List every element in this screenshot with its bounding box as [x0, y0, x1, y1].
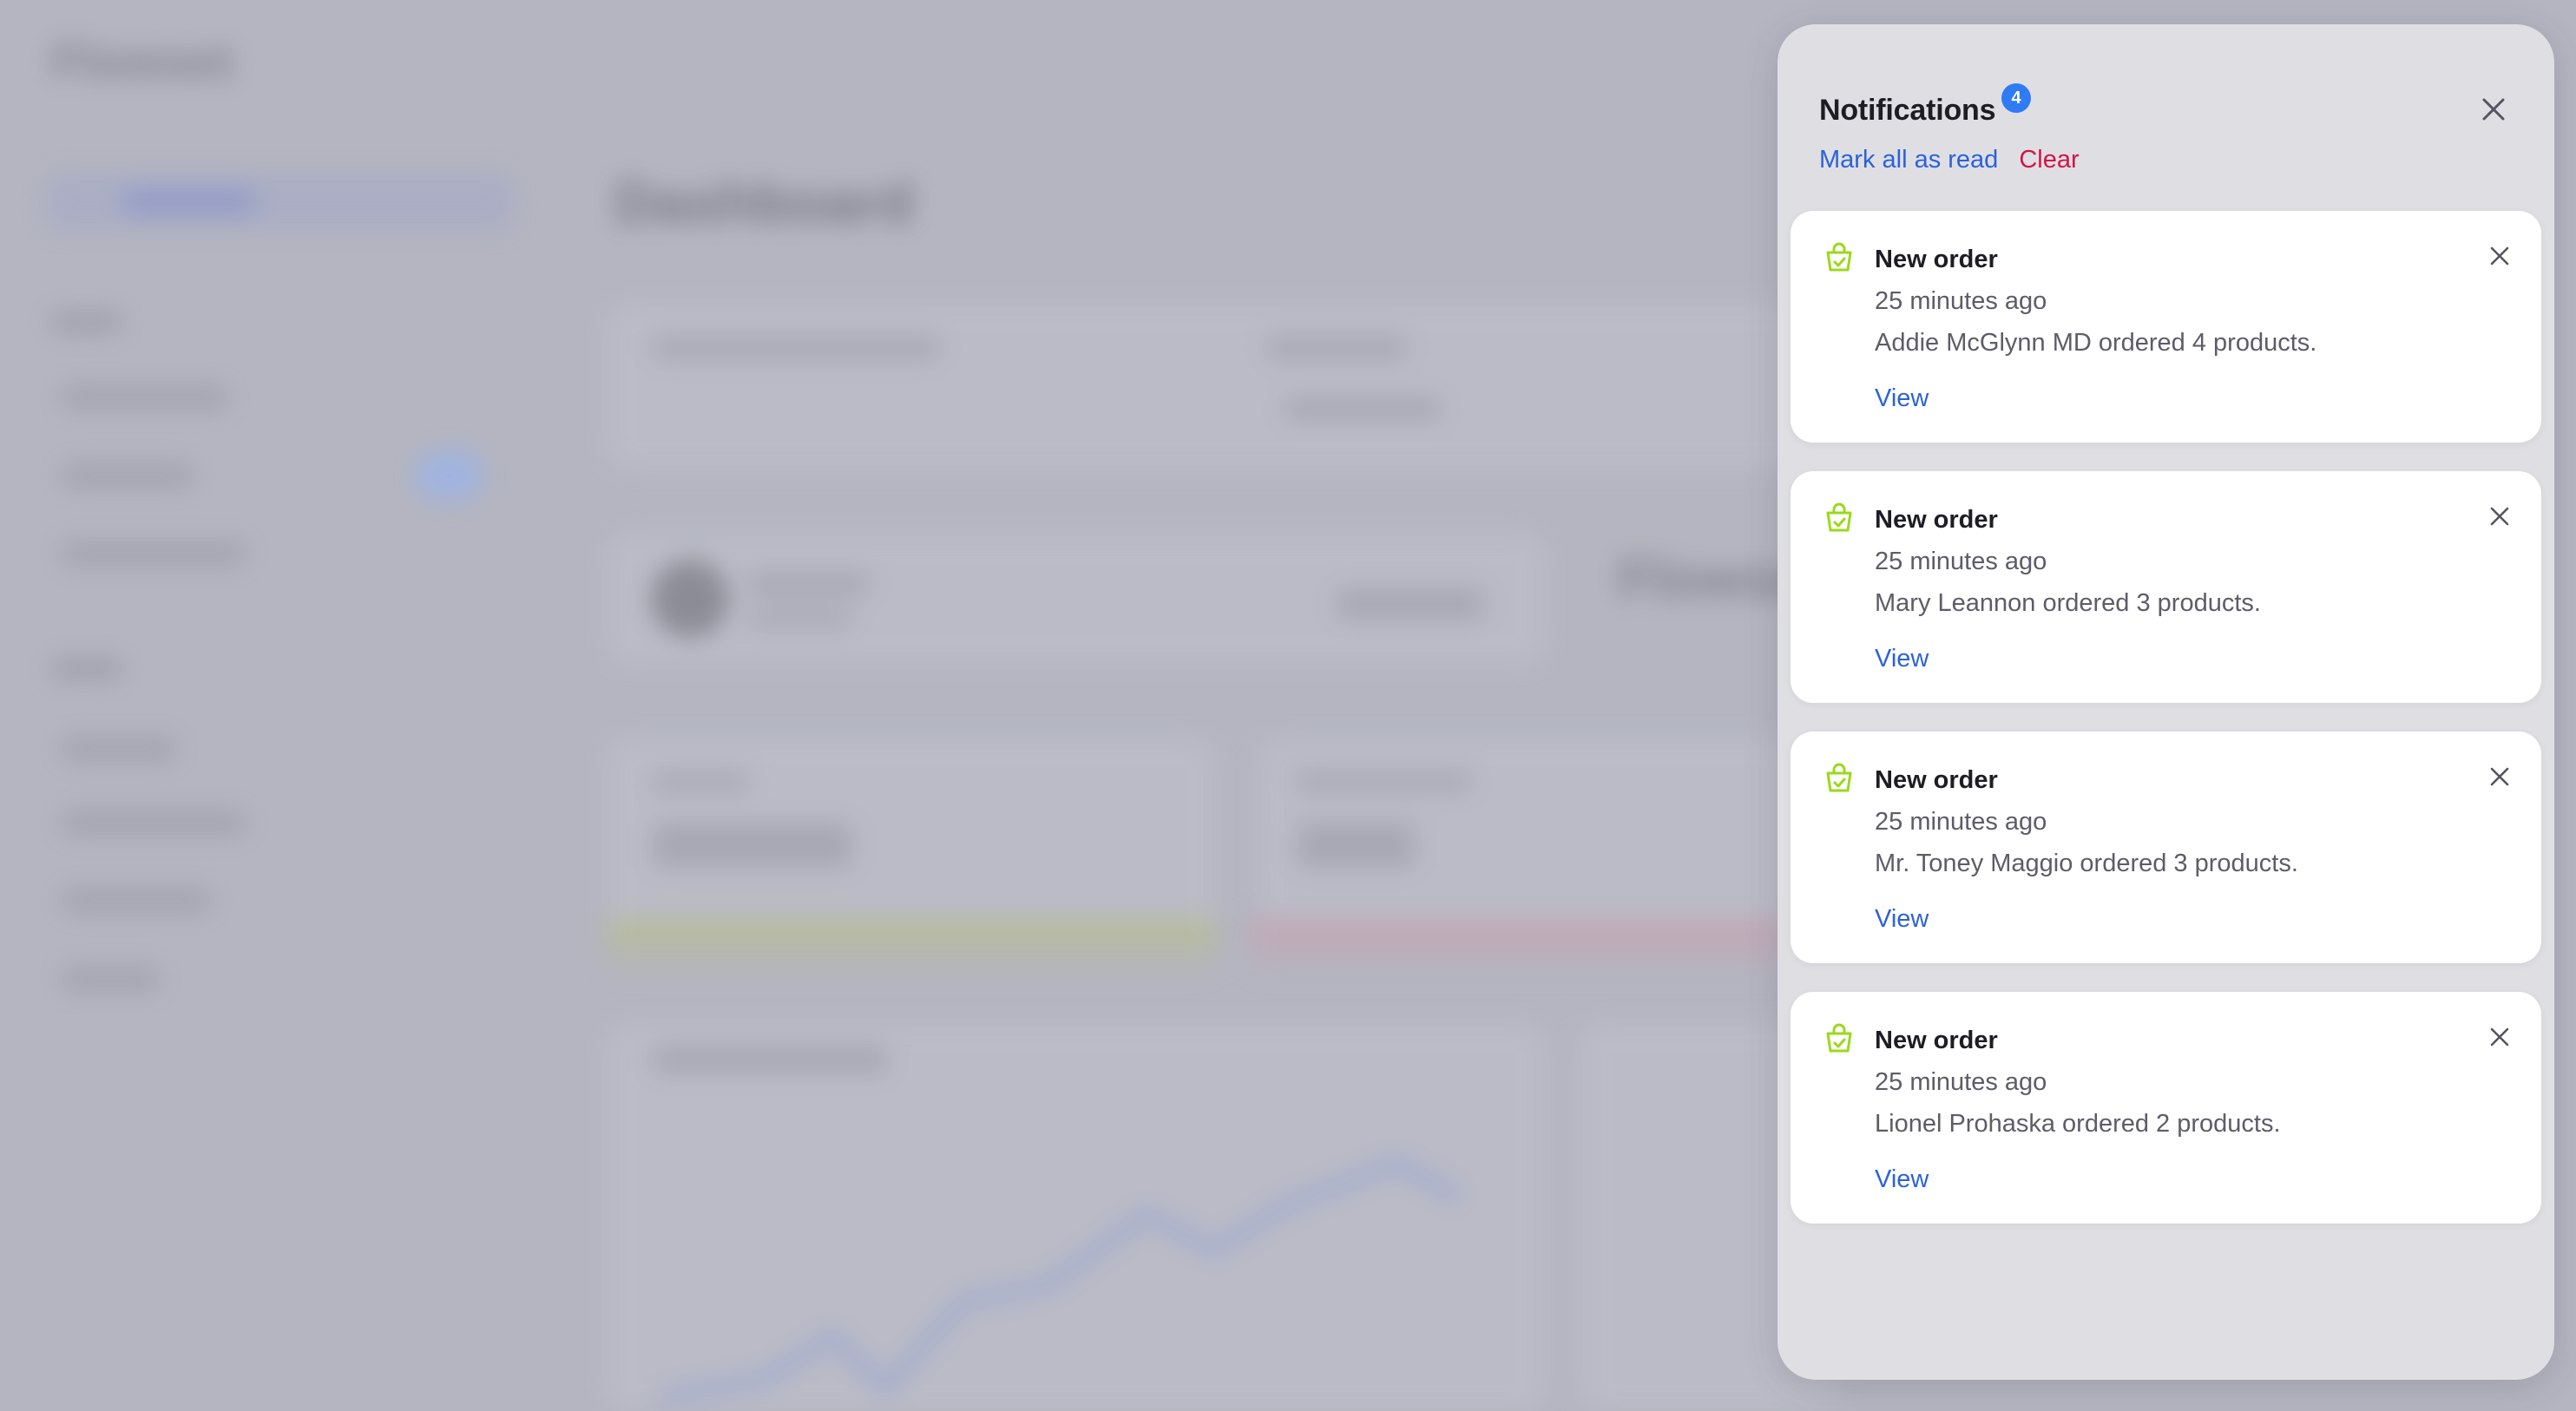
notification-card: New order 25 minutes ago Addie McGlynn M… — [1791, 211, 2541, 443]
placeholder-line — [1267, 337, 1406, 359]
dismiss-notification-button[interactable] — [2484, 761, 2515, 792]
drawer-header: Notifications 4 Mark all as read Clear — [1819, 66, 2513, 196]
page-title: Dashboard — [614, 170, 914, 234]
sidebar-item — [62, 968, 158, 990]
sidebar-item — [62, 386, 227, 409]
placeholder-line — [1298, 772, 1471, 791]
placeholder-line — [653, 337, 939, 359]
avatar — [651, 560, 729, 638]
dismiss-notification-button[interactable] — [2484, 240, 2515, 272]
clear-notifications-link[interactable]: Clear — [2019, 146, 2079, 174]
notifications-drawer: Notifications 4 Mark all as read Clear N… — [1778, 24, 2554, 1380]
mark-all-read-link[interactable]: Mark all as read — [1819, 146, 1998, 174]
close-icon — [2482, 98, 2505, 121]
placeholder-line — [653, 1046, 887, 1073]
sidebar-group — [52, 660, 122, 679]
view-order-link[interactable]: View — [1875, 905, 1929, 934]
sidebar-item-active — [45, 174, 514, 231]
sidebar-item — [62, 889, 210, 912]
close-drawer-button[interactable] — [2474, 90, 2513, 128]
notification-message: Addie McGlynn MD ordered 4 products. — [1875, 329, 2317, 357]
sidebar-group — [52, 312, 122, 331]
notification-title: New order — [1875, 246, 1998, 273]
dismiss-notification-button[interactable] — [2484, 501, 2515, 532]
notification-list: New order 25 minutes ago Addie McGlynn M… — [1791, 211, 2541, 1224]
notification-time: 25 minutes ago — [1875, 1068, 2047, 1096]
notification-time: 25 minutes ago — [1875, 287, 2047, 315]
sidebar-item — [62, 464, 193, 487]
placeholder-line — [748, 573, 870, 595]
notification-message: Lionel Prohaska ordered 2 products. — [1875, 1110, 2281, 1138]
unread-count-badge: 4 — [2001, 83, 2031, 113]
close-icon — [2490, 507, 2509, 526]
drawer-title: Notifications — [1819, 94, 1996, 127]
placeholder-line — [1285, 397, 1441, 420]
notification-message: Mary Leannon ordered 3 products. — [1875, 589, 2261, 617]
shopping-bag-icon — [1826, 502, 1852, 532]
sidebar-item — [62, 738, 175, 760]
notification-time: 25 minutes ago — [1875, 808, 2047, 836]
notification-card: New order 25 minutes ago Mr. Toney Maggi… — [1791, 732, 2541, 963]
close-icon — [2490, 246, 2509, 266]
notification-message: Mr. Toney Maggio ordered 3 products. — [1875, 850, 2298, 877]
filter-card — [608, 304, 1840, 469]
placeholder-line — [748, 609, 852, 627]
sidebar-item — [62, 542, 245, 565]
sidebar-badge — [415, 451, 484, 500]
sparkline-green — [608, 920, 1215, 972]
sparkline-red — [1250, 920, 1788, 972]
view-order-link[interactable]: View — [1875, 384, 1929, 413]
view-order-link[interactable]: View — [1875, 1165, 1929, 1194]
placeholder-line — [653, 772, 748, 791]
placeholder-line — [653, 823, 852, 868]
app-logo: Flowset — [52, 34, 233, 89]
notification-card: New order 25 minutes ago Lionel Prohaska… — [1791, 992, 2541, 1224]
shopping-bag-icon — [1826, 1023, 1852, 1053]
sidebar-item — [62, 811, 245, 834]
header-actions: Mark all as read Clear — [1819, 146, 2080, 174]
notification-title: New order — [1875, 766, 1998, 794]
placeholder-line — [1337, 588, 1484, 620]
line-chart-decoration — [660, 1158, 1461, 1401]
notification-title: New order — [1875, 1027, 1998, 1054]
shopping-bag-icon — [1826, 242, 1852, 272]
notification-card: New order 25 minutes ago Mary Leannon or… — [1791, 471, 2541, 703]
shopping-bag-icon — [1826, 763, 1852, 792]
notification-time: 25 minutes ago — [1875, 548, 2047, 575]
view-order-link[interactable]: View — [1875, 645, 1929, 673]
notification-title: New order — [1875, 506, 1998, 534]
dismiss-notification-button[interactable] — [2484, 1021, 2515, 1053]
placeholder-line — [1298, 823, 1415, 868]
close-icon — [2490, 767, 2509, 786]
close-icon — [2490, 1027, 2509, 1047]
